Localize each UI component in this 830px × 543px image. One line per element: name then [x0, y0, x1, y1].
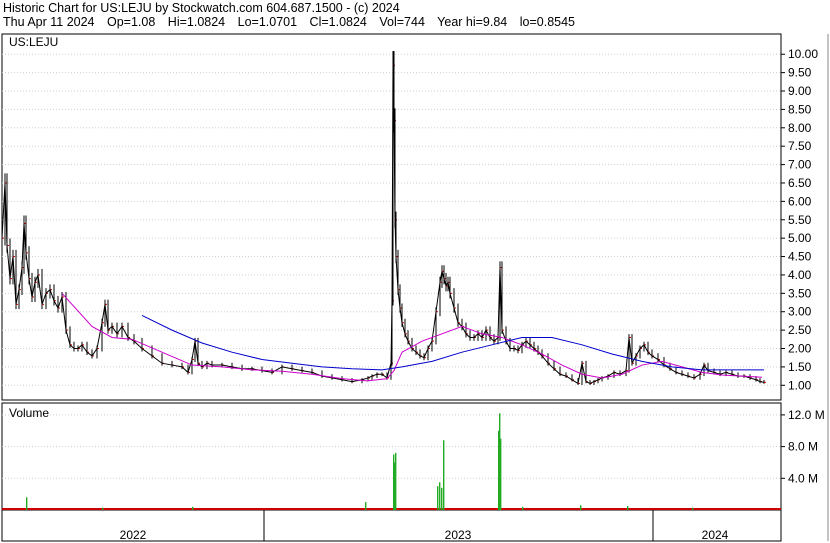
price-tick-label: 9.50 — [788, 66, 812, 80]
volume-axis: 12.0 M 8.0 M 4.0 M — [781, 408, 825, 485]
price-tick-label: 6.00 — [788, 194, 812, 208]
volume-bar — [102, 507, 104, 510]
volume-label: Volume — [9, 406, 49, 420]
volume-bar — [500, 438, 502, 510]
price-tick-label: 2.00 — [788, 342, 812, 356]
volume-bar — [692, 507, 694, 510]
volume-tick-label: 8.0 M — [788, 440, 818, 454]
price-tick-label: 8.00 — [788, 121, 812, 135]
price-volume-chart: 10.00 9.50 9.00 8.50 8.00 7.50 7.00 6.50 6.00 5.5… — [1, 33, 829, 542]
year-label: 2024 — [702, 528, 729, 542]
price-tick-label: 3.50 — [788, 286, 812, 300]
price-tick-label: 1.50 — [788, 360, 812, 374]
volume-tick-label: 4.0 M — [788, 471, 818, 485]
year-label: 2022 — [120, 528, 147, 542]
chart-frame — [1, 33, 829, 542]
price-tick-label: 5.50 — [788, 213, 812, 227]
price-tick-label: 4.50 — [788, 250, 812, 264]
volume-bar — [443, 440, 445, 510]
price-tick-label: 4.00 — [788, 268, 812, 282]
volume-bar — [522, 506, 524, 510]
volume-bar — [627, 506, 629, 510]
price-tick-label: 7.00 — [788, 158, 812, 172]
price-tick-label: 3.00 — [788, 305, 812, 319]
price-tick-label: 8.50 — [788, 102, 812, 116]
volume-panel — [1, 402, 782, 511]
price-tick-label: 7.50 — [788, 139, 812, 153]
volume-bar — [26, 497, 28, 510]
symbol-label: US:LEJU — [9, 35, 58, 49]
price-tick-label: 1.00 — [788, 378, 812, 392]
volume-bar — [437, 486, 439, 510]
volume-bar — [441, 487, 443, 510]
price-tick-label: 5.00 — [788, 231, 812, 245]
price-tick-label: 2.50 — [788, 323, 812, 337]
price-axis: 10.00 9.50 9.00 8.50 8.00 7.50 7.00 6.50 6.00 5.5… — [781, 47, 818, 392]
price-tick-label: 9.00 — [788, 84, 812, 98]
volume-bar — [439, 482, 441, 510]
volume-bar — [580, 505, 582, 510]
volume-bar — [395, 452, 397, 510]
price-tick-label: 10.00 — [788, 47, 818, 61]
volume-bar — [365, 502, 367, 510]
volume-tick-label: 12.0 M — [788, 408, 825, 422]
year-label: 2023 — [445, 528, 472, 542]
volume-bar — [192, 506, 194, 510]
price-tick-label: 6.50 — [788, 176, 812, 190]
